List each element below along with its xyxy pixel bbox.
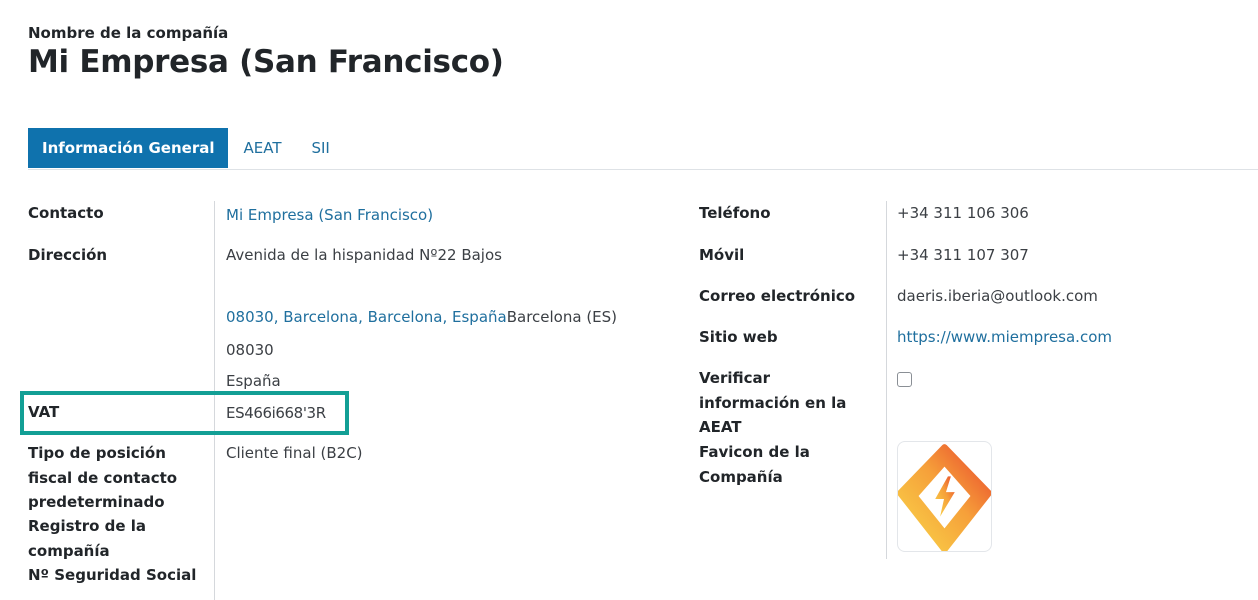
direccion-state[interactable]: Barcelona (ES) xyxy=(507,308,617,326)
tab-sii[interactable]: SII xyxy=(296,128,344,168)
contacto-link[interactable]: Mi Empresa (San Francisco) xyxy=(226,203,433,227)
tipo-posicion-label: Tipo de posición fiscal de contacto pred… xyxy=(28,441,177,515)
movil-label: Móvil xyxy=(699,246,745,264)
registro-label-line-2: compañía xyxy=(28,541,110,560)
correo-field[interactable]: daeris.iberia@outlook.com xyxy=(897,284,1098,308)
movil-field[interactable]: +34 311 107 307 xyxy=(897,243,1029,267)
tipo-posicion-field[interactable]: Cliente final (B2C) xyxy=(226,441,363,465)
direccion-label: Dirección xyxy=(28,246,108,264)
tab-informacion-general[interactable]: Información General xyxy=(28,128,229,168)
registro-label-line-1: Registro de la xyxy=(28,517,147,535)
verificar-aeat-label: Verificar información en la AEAT xyxy=(699,366,846,440)
correo-label: Correo electrónico xyxy=(699,287,856,305)
tab-aeat[interactable]: AEAT xyxy=(228,128,296,168)
telefono-label: Teléfono xyxy=(699,204,771,222)
verificar-label-line-2: información en la xyxy=(699,393,847,412)
tab-bar: Información General AEAT SII xyxy=(28,128,345,168)
favicon-label-line-1: Favicon de la xyxy=(699,443,810,461)
tabs-divider xyxy=(28,169,1258,170)
tipo-posicion-label-line-3: predeterminado xyxy=(28,493,165,511)
tipo-posicion-label-line-1: Tipo de posición xyxy=(28,444,166,462)
verificar-label-line-3: AEAT xyxy=(699,418,742,436)
sitio-web-label: Sitio web xyxy=(699,328,778,346)
company-form: Nombre de la compañía Mi Empresa (San Fr… xyxy=(0,0,1258,600)
sitio-web-link[interactable]: https://www.miempresa.com xyxy=(897,325,1112,349)
company-name-field[interactable]: Mi Empresa (San Francisco) xyxy=(28,44,504,80)
verificar-label-line-1: Verificar xyxy=(699,369,771,387)
tipo-posicion-label-line-2: fiscal de contacto xyxy=(28,468,178,487)
direccion-street[interactable]: Avenida de la hispanidad Nº22 Bajos xyxy=(226,243,502,267)
telefono-field[interactable]: +34 311 106 306 xyxy=(897,201,1029,225)
favicon-image[interactable] xyxy=(897,441,992,552)
right-column-divider xyxy=(886,201,887,559)
registro-label: Registro de la compañía xyxy=(28,514,146,563)
contacto-label: Contacto xyxy=(28,204,104,222)
vat-highlight-box xyxy=(20,391,349,435)
direccion-zip[interactable]: 08030 xyxy=(226,338,274,362)
favicon-label: Favicon de la Compañía xyxy=(699,440,810,489)
seguridad-social-label: Nº Seguridad Social xyxy=(28,566,197,584)
lightning-bolt-icon xyxy=(898,444,991,551)
company-name-label: Nombre de la compañía xyxy=(28,24,229,42)
direccion-city-link[interactable]: 08030, Barcelona, Barcelona, España xyxy=(226,308,507,326)
verificar-aeat-checkbox[interactable] xyxy=(897,372,912,387)
direccion-country[interactable]: España xyxy=(226,369,281,393)
direccion-city-line: 08030, Barcelona, Barcelona, EspañaBarce… xyxy=(226,305,617,329)
favicon-label-line-2: Compañía xyxy=(699,467,783,486)
